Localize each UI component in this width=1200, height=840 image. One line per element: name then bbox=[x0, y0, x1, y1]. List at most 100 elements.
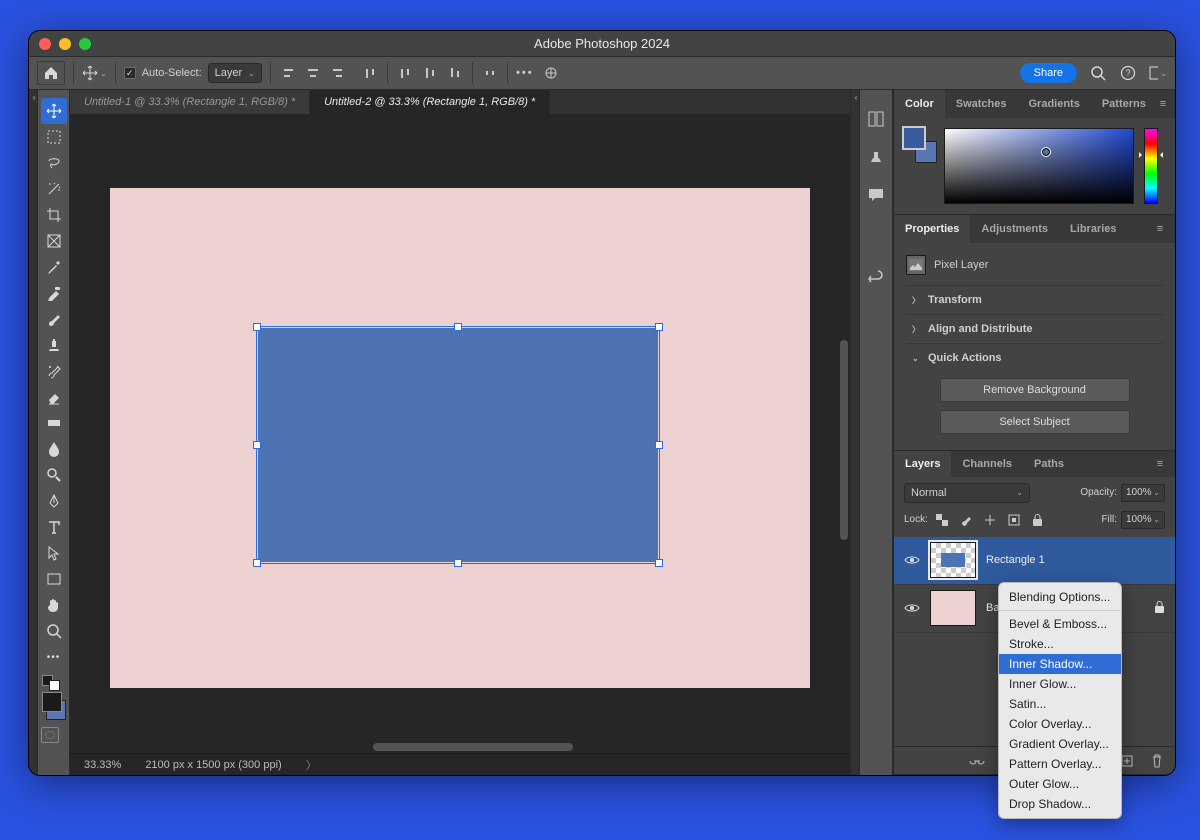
tool-preset-dropdown[interactable]: ⌄ bbox=[82, 65, 107, 81]
tab-layers[interactable]: Layers bbox=[894, 451, 951, 477]
menu-item-inner-glow[interactable]: Inner Glow... bbox=[999, 674, 1121, 694]
foreground-color-swatch[interactable] bbox=[43, 693, 61, 711]
lasso-tool[interactable] bbox=[41, 150, 67, 176]
tab-paths[interactable]: Paths bbox=[1023, 451, 1075, 477]
pen-tool[interactable] bbox=[41, 488, 67, 514]
remove-background-button[interactable]: Remove Background bbox=[940, 378, 1130, 402]
lock-all-icon[interactable] bbox=[1030, 512, 1046, 528]
brushes-panel-icon[interactable] bbox=[865, 108, 887, 130]
healing-brush-tool[interactable] bbox=[41, 280, 67, 306]
canvas[interactable]: 33.33% 2100 px x 1500 px (300 ppi) 〉 bbox=[70, 114, 850, 775]
link-layers-icon[interactable] bbox=[969, 753, 985, 769]
menu-item-drop-shadow[interactable]: Drop Shadow... bbox=[999, 794, 1121, 814]
blur-tool[interactable] bbox=[41, 436, 67, 462]
frame-tool[interactable] bbox=[41, 228, 67, 254]
visibility-toggle-icon[interactable] bbox=[904, 552, 920, 568]
help-icon[interactable]: ? bbox=[1119, 64, 1137, 82]
resize-handle-middle-right[interactable] bbox=[655, 441, 663, 449]
tab-libraries[interactable]: Libraries bbox=[1059, 215, 1127, 243]
panel-menu-icon[interactable]: ≡ bbox=[1157, 90, 1169, 118]
menu-item-gradient-overlay[interactable]: Gradient Overlay... bbox=[999, 734, 1121, 754]
undo-panel-icon[interactable] bbox=[865, 268, 887, 290]
lock-transparency-icon[interactable] bbox=[934, 512, 950, 528]
resize-handle-bottom-middle[interactable] bbox=[454, 559, 462, 567]
default-colors-icon[interactable] bbox=[41, 676, 61, 690]
menu-item-bevel-emboss[interactable]: Bevel & Emboss... bbox=[999, 614, 1121, 634]
path-selection-tool[interactable] bbox=[41, 540, 67, 566]
layer-locked-icon[interactable] bbox=[1154, 601, 1165, 616]
menu-item-stroke[interactable]: Stroke... bbox=[999, 634, 1121, 654]
color-cursor[interactable] bbox=[1041, 147, 1051, 157]
quick-mask-toggle[interactable] bbox=[41, 727, 59, 743]
rectangle-shape[interactable] bbox=[258, 328, 658, 562]
eyedropper-tool[interactable] bbox=[41, 254, 67, 280]
panel-menu-icon[interactable]: ≡ bbox=[1151, 451, 1169, 477]
auto-select-mode-dropdown[interactable]: Layer ⌄ bbox=[208, 63, 262, 83]
share-button[interactable]: Share bbox=[1020, 63, 1077, 83]
align-left-icon[interactable] bbox=[279, 64, 297, 82]
resize-handle-top-left[interactable] bbox=[253, 323, 261, 331]
hand-tool[interactable] bbox=[41, 592, 67, 618]
document-info[interactable]: 2100 px x 1500 px (300 ppi) bbox=[145, 759, 281, 771]
vertical-scrollbar[interactable] bbox=[838, 138, 850, 741]
layer-row[interactable]: Rectangle 1 bbox=[894, 537, 1175, 585]
lock-position-icon[interactable] bbox=[982, 512, 998, 528]
move-tool[interactable] bbox=[41, 98, 67, 124]
document-tab[interactable]: Untitled-1 @ 33.3% (Rectangle 1, RGB/8) … bbox=[70, 90, 310, 114]
horizontal-scrollbar[interactable] bbox=[110, 741, 836, 753]
align-top-v-icon[interactable] bbox=[396, 64, 414, 82]
magic-wand-tool[interactable] bbox=[41, 176, 67, 202]
resize-handle-bottom-left[interactable] bbox=[253, 559, 261, 567]
tab-gradients[interactable]: Gradients bbox=[1017, 90, 1090, 118]
lock-artboard-icon[interactable] bbox=[1006, 512, 1022, 528]
fill-input[interactable]: 100%⌄ bbox=[1121, 511, 1165, 529]
align-distribute-section[interactable]: 〉 Align and Distribute bbox=[906, 314, 1163, 343]
rectangle-tool[interactable] bbox=[41, 566, 67, 592]
crop-tool[interactable] bbox=[41, 202, 67, 228]
menu-item-blending-options[interactable]: Blending Options... bbox=[999, 587, 1121, 607]
hue-slider[interactable] bbox=[1144, 128, 1158, 204]
resize-handle-top-right[interactable] bbox=[655, 323, 663, 331]
marquee-tool[interactable] bbox=[41, 124, 67, 150]
more-options-icon[interactable]: ••• bbox=[516, 64, 534, 82]
quick-actions-section[interactable]: ⌄ Quick Actions bbox=[906, 343, 1163, 372]
eraser-tool[interactable] bbox=[41, 384, 67, 410]
menu-item-pattern-overlay[interactable]: Pattern Overlay... bbox=[999, 754, 1121, 774]
menu-item-satin[interactable]: Satin... bbox=[999, 694, 1121, 714]
document-tab[interactable]: Untitled-2 @ 33.3% (Rectangle 1, RGB/8) … bbox=[310, 90, 550, 114]
edit-toolbar-button[interactable]: ••• bbox=[41, 644, 67, 670]
comments-panel-icon[interactable] bbox=[865, 184, 887, 206]
layer-thumbnail[interactable] bbox=[930, 542, 976, 578]
select-subject-button[interactable]: Select Subject bbox=[940, 410, 1130, 434]
tab-swatches[interactable]: Swatches bbox=[945, 90, 1018, 118]
gradient-tool[interactable] bbox=[41, 410, 67, 436]
resize-handle-bottom-right[interactable] bbox=[655, 559, 663, 567]
layer-thumbnail[interactable] bbox=[930, 590, 976, 626]
align-center-h-icon[interactable] bbox=[304, 64, 322, 82]
tab-patterns[interactable]: Patterns bbox=[1091, 90, 1157, 118]
right-expand-gutter[interactable]: ‹‹ bbox=[850, 90, 859, 775]
tab-channels[interactable]: Channels bbox=[951, 451, 1023, 477]
lock-pixels-icon[interactable] bbox=[958, 512, 974, 528]
search-icon[interactable] bbox=[1089, 64, 1107, 82]
opacity-input[interactable]: 100%⌄ bbox=[1121, 484, 1165, 502]
zoom-tool[interactable] bbox=[41, 618, 67, 644]
menu-item-inner-shadow[interactable]: Inner Shadow... bbox=[999, 654, 1121, 674]
transform-section[interactable]: 〉 Transform bbox=[906, 285, 1163, 314]
layer-name[interactable]: Rectangle 1 bbox=[986, 554, 1045, 566]
menu-item-outer-glow[interactable]: Outer Glow... bbox=[999, 774, 1121, 794]
auto-select-checkbox[interactable]: ✓ bbox=[124, 67, 136, 79]
brush-tool[interactable] bbox=[41, 306, 67, 332]
resize-handle-middle-left[interactable] bbox=[253, 441, 261, 449]
foreground-background-swatches[interactable] bbox=[41, 691, 67, 721]
color-field[interactable] bbox=[944, 128, 1134, 204]
status-more-icon[interactable]: 〉 bbox=[306, 757, 317, 773]
history-brush-tool[interactable] bbox=[41, 358, 67, 384]
home-button[interactable] bbox=[37, 61, 65, 85]
tab-adjustments[interactable]: Adjustments bbox=[970, 215, 1059, 243]
menu-item-color-overlay[interactable]: Color Overlay... bbox=[999, 714, 1121, 734]
color-panel-swatches[interactable] bbox=[906, 128, 934, 164]
3d-mode-icon[interactable] bbox=[542, 64, 560, 82]
align-middle-v-icon[interactable] bbox=[421, 64, 439, 82]
workspace-switcher-icon[interactable]: ⌄ bbox=[1149, 64, 1167, 82]
